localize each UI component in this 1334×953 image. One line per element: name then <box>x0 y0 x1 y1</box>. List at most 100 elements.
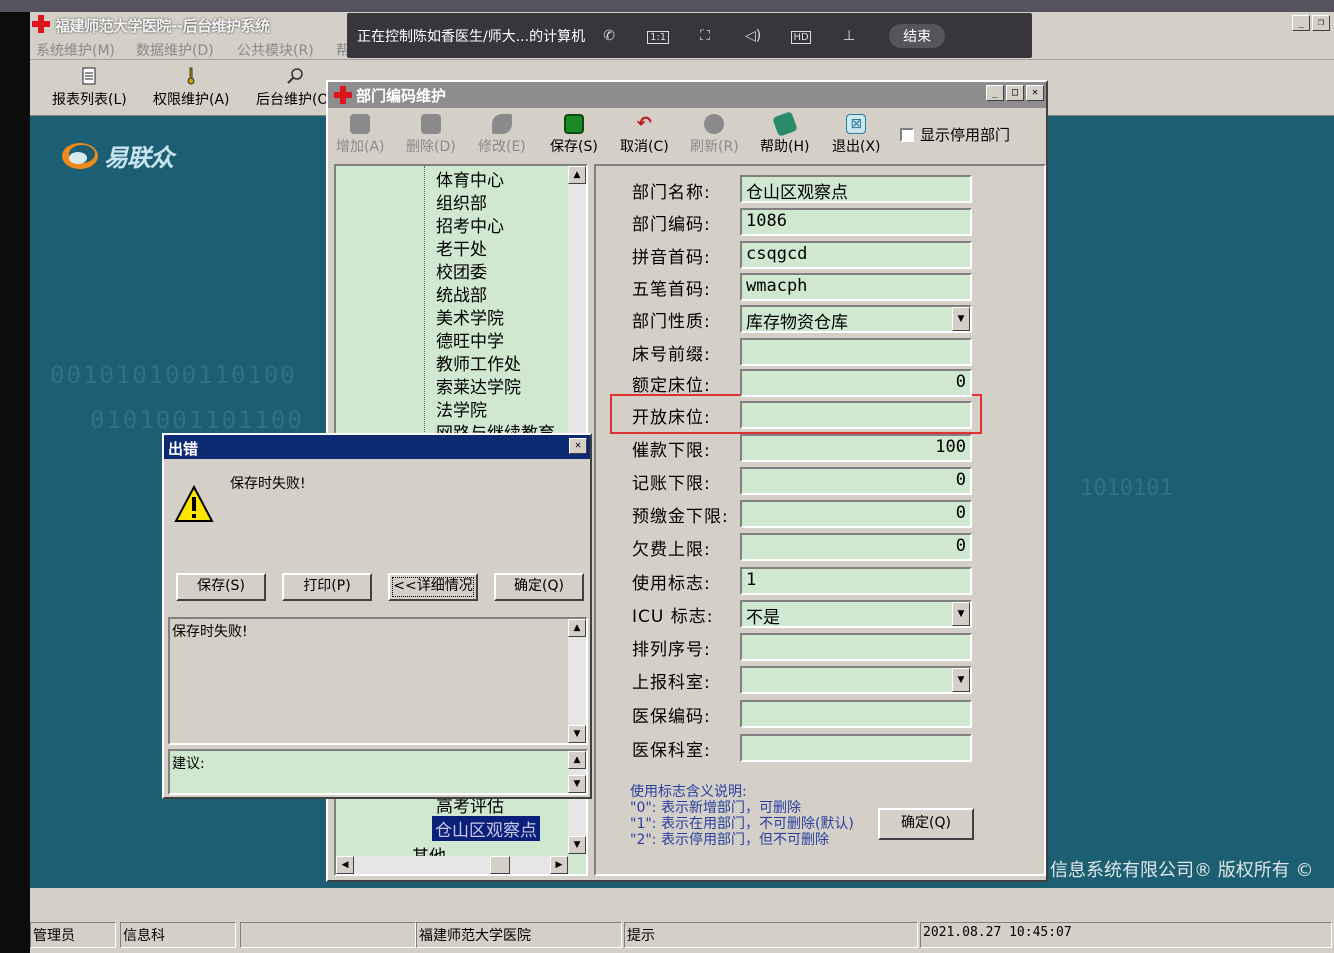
scroll-thumb[interactable] <box>490 856 510 874</box>
pinyin-code-input[interactable]: csqgcd <box>740 241 972 269</box>
dept-code-input[interactable]: 1086 <box>740 208 972 236</box>
minimize-icon[interactable]: _ <box>986 85 1004 101</box>
rated-beds-input[interactable]: 0 <box>740 369 972 397</box>
permission-button[interactable]: 权限维护(A) <box>153 67 230 113</box>
detail-scrollbar[interactable]: ▲ ▼ <box>568 619 586 743</box>
dept-type-select[interactable]: 库存物资仓库 ▼ <box>740 305 972 333</box>
field-label-rated-beds: 额定床位: <box>632 376 711 396</box>
report-icon <box>82 67 96 85</box>
desktop-binary-text: 001010100110100 <box>50 361 297 389</box>
deposit-limit-input[interactable]: 0 <box>740 500 972 528</box>
error-details-button[interactable]: <<详细情况 <box>388 573 478 601</box>
error-suggestion-box[interactable]: 建议: ▲ ▼ <box>168 749 588 795</box>
notes-line: "2": 表示停用部门，但不可删除 <box>630 832 829 848</box>
fullscreen-icon[interactable]: ⛶ <box>695 26 715 46</box>
restore-icon[interactable]: ❐ <box>1312 15 1330 31</box>
scroll-down-icon[interactable]: ▼ <box>568 725 586 743</box>
edit-button[interactable]: 修改(E) <box>478 114 526 156</box>
tree-item-selected[interactable]: 仓山区观察点 <box>432 816 540 841</box>
hospital-cross-icon <box>334 86 352 104</box>
exit-button[interactable]: ⊠ 退出(X) <box>832 114 881 156</box>
scroll-up-icon[interactable]: ▲ <box>568 619 586 637</box>
error-title: 出错 <box>168 440 199 458</box>
tree-item[interactable]: 校团委 <box>436 258 487 283</box>
tree-item[interactable]: 德旺中学 <box>436 327 504 352</box>
end-session-button[interactable]: 结束 <box>889 23 946 48</box>
field-label-type: 部门性质: <box>632 312 711 332</box>
menu-system[interactable]: 系统维护(M) <box>36 40 115 60</box>
dept-name-input[interactable]: 仓山区观察点 <box>740 175 972 203</box>
refresh-button[interactable]: 刷新(R) <box>690 114 739 156</box>
suggestion-scrollbar[interactable]: ▲ ▼ <box>568 751 586 793</box>
tree-item[interactable]: 统战部 <box>436 281 487 306</box>
menu-common[interactable]: 公共模块(R) <box>237 40 314 60</box>
status-department: 信息科 <box>120 922 236 948</box>
hd-icon[interactable]: HD <box>791 26 811 46</box>
close-icon[interactable]: ✕ <box>1026 85 1044 101</box>
error-print-button[interactable]: 打印(P) <box>282 573 372 601</box>
bed-prefix-input[interactable] <box>740 338 972 366</box>
scroll-left-icon[interactable]: ◀ <box>336 856 354 874</box>
minimize-icon[interactable]: _ <box>1292 15 1310 31</box>
charge-limit-input[interactable]: 0 <box>740 467 972 495</box>
error-detail-text: 保存时失败! <box>172 624 248 640</box>
volume-icon[interactable]: ◁) <box>743 26 763 46</box>
add-button[interactable]: 增加(A) <box>336 114 385 156</box>
refresh-icon <box>704 114 725 134</box>
cancel-button[interactable]: ↶ 取消(C) <box>620 114 669 156</box>
report-list-button[interactable]: 报表列表(L) <box>52 67 127 113</box>
checkbox-box[interactable] <box>900 127 914 142</box>
dunning-limit-input[interactable]: 100 <box>740 434 972 462</box>
undo-icon: ↶ <box>636 113 652 134</box>
confirm-button[interactable]: 确定(Q) <box>878 808 974 840</box>
sort-order-input[interactable] <box>740 633 972 661</box>
open-beds-input[interactable] <box>740 401 972 429</box>
icu-flag-select[interactable]: 不是 ▼ <box>740 600 972 628</box>
tree-horizontal-scrollbar[interactable]: ◀ ▶ <box>336 856 568 874</box>
one-to-one-icon[interactable]: 1:1 <box>647 26 670 46</box>
error-titlebar[interactable]: 出错 ✕ <box>164 435 590 459</box>
scroll-right-icon[interactable]: ▶ <box>550 856 568 874</box>
report-dept-select[interactable]: ▼ <box>740 666 972 694</box>
tree-item[interactable]: 老干处 <box>436 235 487 260</box>
tree-item[interactable]: 体育中心 <box>436 166 504 191</box>
dept-titlebar[interactable]: 部门编码维护 _ □ ✕ <box>328 82 1046 108</box>
tree-item[interactable]: 招考中心 <box>436 212 504 237</box>
scroll-down-icon[interactable]: ▼ <box>568 775 586 793</box>
help-button[interactable]: 帮助(H) <box>760 111 809 156</box>
tree-item[interactable]: 法学院 <box>436 396 487 421</box>
status-hospital: 福建师范大学医院 <box>416 922 622 948</box>
error-detail-box[interactable]: 保存时失败! ▲ ▼ <box>168 617 588 745</box>
insurance-code-input[interactable] <box>740 700 972 728</box>
error-save-button[interactable]: 保存(S) <box>176 573 266 601</box>
scroll-down-icon[interactable]: ▼ <box>568 836 586 854</box>
dropdown-arrow-icon[interactable]: ▼ <box>952 668 970 692</box>
pin-icon[interactable]: ⊥ <box>839 26 859 46</box>
delete-icon <box>420 114 441 134</box>
show-disabled-label: 显示停用部门 <box>920 126 1011 144</box>
tree-item[interactable]: 教师工作处 <box>436 350 521 375</box>
delete-button[interactable]: 删除(D) <box>406 114 456 156</box>
tree-item[interactable]: 索莱达学院 <box>436 373 521 398</box>
icu-flag-value: 不是 <box>746 608 780 628</box>
usage-flag-input[interactable]: 1 <box>740 567 972 595</box>
menu-data[interactable]: 数据维护(D) <box>136 40 214 60</box>
arrears-limit-input[interactable]: 0 <box>740 533 972 561</box>
phone-icon[interactable]: ✆ <box>599 26 619 46</box>
save-button[interactable]: 保存(S) <box>550 114 598 156</box>
scroll-up-icon[interactable]: ▲ <box>568 751 586 769</box>
dropdown-arrow-icon[interactable]: ▼ <box>952 602 970 626</box>
show-disabled-checkbox[interactable]: 显示停用部门 <box>900 124 1010 145</box>
wubi-code-input[interactable]: wmacph <box>740 273 972 301</box>
tree-item[interactable]: 美术学院 <box>436 304 504 329</box>
tree-item[interactable]: 组织部 <box>436 189 487 214</box>
close-icon[interactable]: ✕ <box>569 438 587 454</box>
backend-button[interactable]: 后台维护(O) <box>256 67 334 113</box>
scroll-up-icon[interactable]: ▲ <box>568 166 586 184</box>
insurance-dept-input[interactable] <box>740 734 972 762</box>
notes-line: "1": 表示在用部门，不可删除(默认) <box>630 816 854 832</box>
error-ok-button[interactable]: 确定(Q) <box>494 573 584 601</box>
dropdown-arrow-icon[interactable]: ▼ <box>952 307 970 331</box>
maximize-icon[interactable]: □ <box>1006 85 1024 101</box>
company-logo: 易联众 <box>60 138 174 173</box>
